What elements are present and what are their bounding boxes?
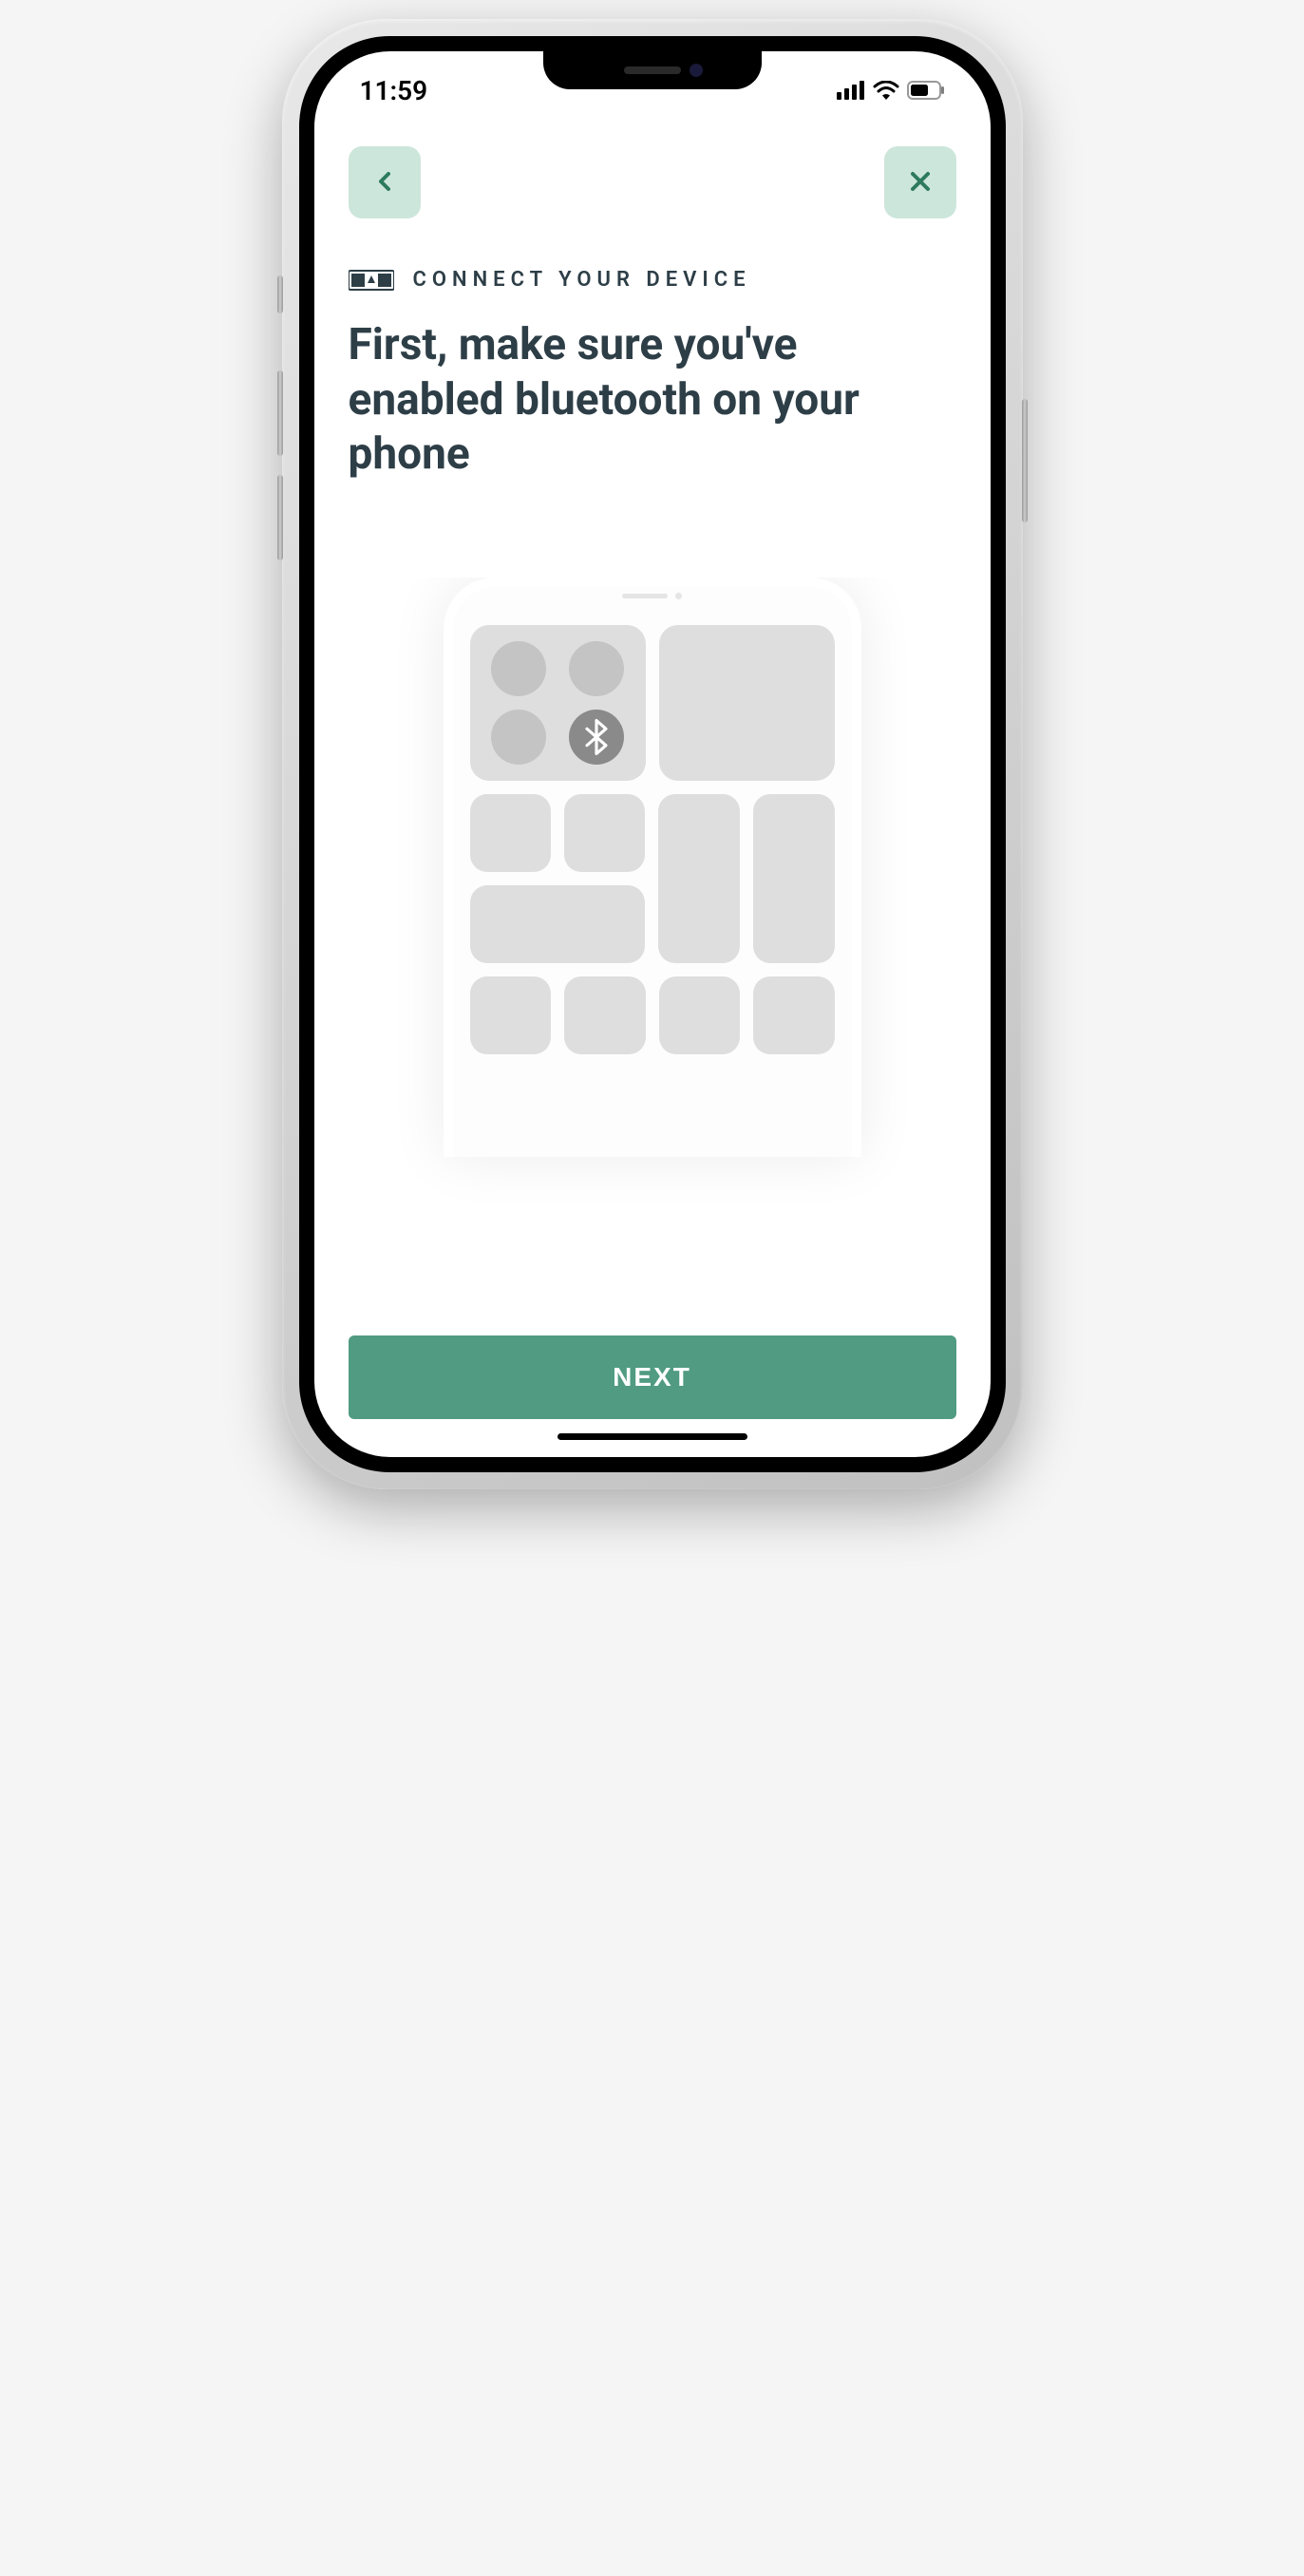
control-tile bbox=[470, 794, 551, 872]
wifi-icon bbox=[873, 81, 899, 100]
illustration bbox=[349, 578, 956, 1317]
device-badge-icon bbox=[349, 269, 394, 292]
section-header: CONNECT YOUR DEVICE bbox=[349, 268, 956, 292]
toggle-icon bbox=[569, 641, 624, 696]
device-frame: 11:59 bbox=[282, 19, 1023, 1489]
next-button[interactable]: NEXT bbox=[349, 1335, 956, 1419]
close-icon bbox=[905, 166, 935, 199]
chevron-left-icon bbox=[369, 166, 400, 199]
close-button[interactable] bbox=[884, 146, 956, 218]
control-center-panel bbox=[470, 625, 646, 781]
control-tile bbox=[564, 976, 646, 1054]
side-button bbox=[1022, 399, 1028, 522]
page-title: First, make sure you've enabled bluetoot… bbox=[349, 318, 956, 483]
home-indicator[interactable] bbox=[558, 1433, 747, 1440]
bluetooth-icon bbox=[569, 710, 624, 765]
side-button bbox=[277, 475, 283, 560]
top-nav bbox=[349, 146, 956, 218]
control-tile bbox=[564, 794, 645, 872]
control-tile bbox=[659, 976, 741, 1054]
screen: 11:59 bbox=[314, 51, 991, 1457]
cellular-signal-icon bbox=[837, 81, 865, 100]
control-tile bbox=[753, 976, 835, 1054]
status-time: 11:59 bbox=[360, 75, 428, 106]
control-panel bbox=[659, 625, 835, 781]
control-slider bbox=[753, 794, 835, 963]
section-label: CONNECT YOUR DEVICE bbox=[413, 268, 751, 292]
side-button bbox=[277, 275, 283, 313]
back-button[interactable] bbox=[349, 146, 421, 218]
control-tile bbox=[470, 885, 645, 963]
toggle-icon bbox=[491, 710, 546, 765]
battery-icon bbox=[907, 81, 945, 100]
control-tile bbox=[470, 976, 552, 1054]
device-notch bbox=[543, 51, 762, 89]
control-slider bbox=[658, 794, 740, 963]
side-button bbox=[277, 370, 283, 456]
toggle-icon bbox=[491, 641, 546, 696]
